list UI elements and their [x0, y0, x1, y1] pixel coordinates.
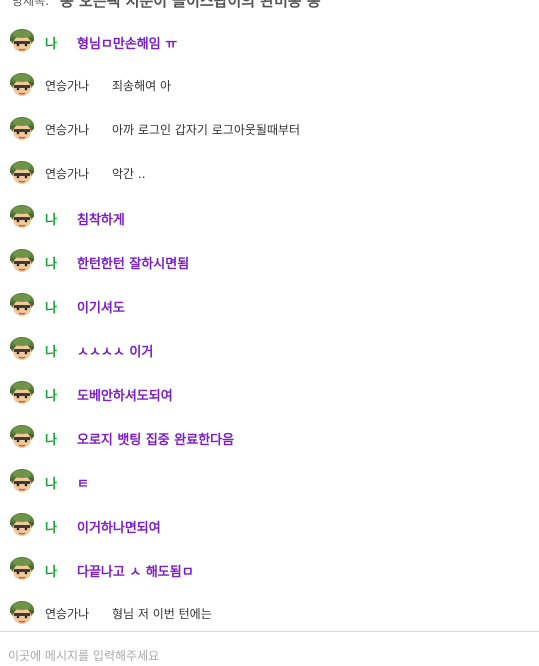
sender-name: 나 — [45, 389, 57, 404]
sender-name: 연승가나 — [45, 79, 90, 93]
sender-name: 연승가나 — [45, 123, 90, 137]
room-title: 봉 오픈팩 서준이 올이스팝이의 완미봉 봉 — [60, 0, 321, 10]
chat-message-row: 나 오로지 뱃팅 집중 완료한다음 — [0, 415, 539, 459]
soldier-avatar-icon — [8, 292, 36, 318]
message-text: 아까 로그인 갑자기 로그아웃될때부터 — [112, 123, 301, 137]
chat-message-row: 나 이기셔도 — [0, 283, 539, 327]
message-input[interactable] — [8, 646, 528, 666]
soldier-avatar-icon — [8, 248, 36, 274]
sender-name: 나 — [45, 301, 57, 316]
message-text: 이거하나면되여 — [77, 521, 161, 536]
chat-message-row: 연승가나 형님 저 이번 턴에는 — [0, 591, 539, 635]
room-title-label: 방제목: — [12, 0, 50, 8]
message-text: 오로지 뱃팅 집중 완료한다음 — [77, 433, 235, 448]
chat-message-row: 나 이거하나면되여 — [0, 503, 539, 547]
sender-name: 연승가나 — [45, 607, 90, 621]
soldier-avatar-icon — [8, 160, 36, 186]
sender-name: 나 — [45, 257, 57, 272]
message-text: ㅌ — [77, 477, 89, 492]
sender-name: 나 — [45, 477, 57, 492]
soldier-avatar-icon — [8, 204, 36, 230]
soldier-avatar-icon — [8, 468, 36, 494]
soldier-avatar-icon — [8, 600, 36, 626]
chat-message-row: 연승가나 죄송해여 아 — [0, 63, 539, 107]
chat-message-row: 나 침착하게 — [0, 195, 539, 239]
message-text: 한턴한턴 잘하시면됨 — [77, 257, 190, 272]
soldier-avatar-icon — [8, 556, 36, 582]
chat-message-row: 연승가나 악간 .. — [0, 151, 539, 195]
sender-name: 나 — [45, 521, 57, 536]
chat-message-row: 나 한턴한턴 잘하시면됨 — [0, 239, 539, 283]
message-text: 형님 저 이번 턴에는 — [112, 607, 212, 621]
sender-name: 나 — [45, 213, 57, 228]
chat-message-row: 나ㅌ — [0, 459, 539, 503]
message-text: 침착하게 — [77, 213, 125, 228]
soldier-avatar-icon — [8, 72, 36, 98]
chat-message-row: 나 다끝나고 ㅅ 해도됨ㅁ — [0, 547, 539, 591]
chat-header: 방제목: 봉 오픈팩 서준이 올이스팝이의 완미봉 봉 — [0, 0, 539, 16]
chat-message-row: 나 도베안하셔도되여 — [0, 371, 539, 415]
soldier-avatar-icon — [8, 424, 36, 450]
message-text: 형님ㅁ만손해임 ㅠ — [77, 37, 178, 52]
soldier-avatar-icon — [8, 336, 36, 362]
message-text: 도베안하셔도되여 — [77, 389, 173, 404]
message-text: 악간 .. — [112, 167, 146, 181]
sender-name: 나 — [45, 345, 57, 360]
chat-message-row: 연승가나 아까 로그인 갑자기 로그아웃될때부터 — [0, 107, 539, 151]
message-text: ㅅㅅㅅㅅ 이거 — [77, 345, 154, 360]
message-text: 다끝나고 ㅅ 해도됨ㅁ — [77, 565, 194, 580]
chat-message-row: 나 형님ㅁ만손해임 ㅠ — [0, 19, 539, 63]
sender-name: 연승가나 — [45, 167, 90, 181]
message-text: 죄송해여 아 — [112, 79, 172, 93]
soldier-avatar-icon — [8, 28, 36, 54]
sender-name: 나 — [45, 433, 57, 448]
sender-name: 나 — [45, 37, 57, 52]
soldier-avatar-icon — [8, 380, 36, 406]
chat-message-row: 나 ㅅㅅㅅㅅ 이거 — [0, 327, 539, 371]
divider — [0, 631, 539, 632]
soldier-avatar-icon — [8, 116, 36, 142]
sender-name: 나 — [45, 565, 57, 580]
message-text: 이기셔도 — [77, 301, 125, 316]
soldier-avatar-icon — [8, 512, 36, 538]
chat-log: 나 형님ㅁ만손해임 ㅠ 연승가나 죄송해여 아 연승가나 아까 로그인 갑자기 로그아… — [0, 19, 539, 635]
